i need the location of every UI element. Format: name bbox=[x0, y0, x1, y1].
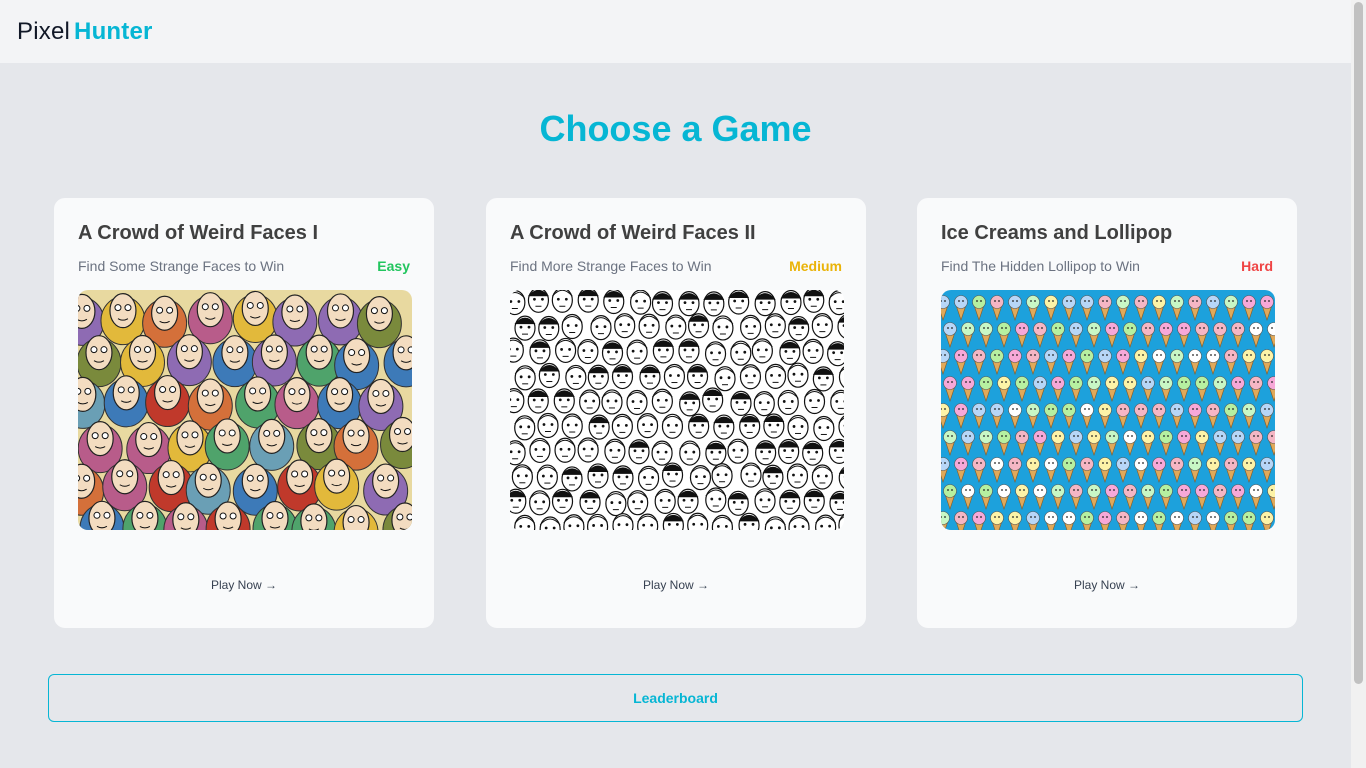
game-title: A Crowd of Weird Faces II bbox=[510, 222, 756, 244]
difficulty-badge: Medium bbox=[789, 258, 842, 274]
game-card-2[interactable]: A Crowd of Weird Faces II Find More Stra… bbox=[485, 197, 867, 629]
game-title: Ice Creams and Lollipop bbox=[941, 222, 1173, 244]
play-now-button[interactable]: Play Now → bbox=[941, 578, 1273, 592]
game-thumbnail-bw-crowd[interactable] bbox=[510, 290, 844, 530]
logo-text-plain: Pixel bbox=[17, 17, 71, 45]
page-scrollbar[interactable] bbox=[1351, 0, 1366, 768]
top-navbar: Pixel Hunter bbox=[0, 0, 1351, 64]
play-now-button[interactable]: Play Now → bbox=[78, 578, 410, 592]
difficulty-badge: Easy bbox=[377, 258, 410, 274]
bw-crowd-art bbox=[510, 290, 844, 530]
page-title: Choose a Game bbox=[539, 108, 812, 149]
app-logo[interactable]: Pixel Hunter bbox=[17, 18, 153, 46]
game-thumbnail-ice-cream[interactable] bbox=[941, 290, 1275, 530]
play-now-button[interactable]: Play Now → bbox=[510, 578, 842, 592]
game-subtitle: Find Some Strange Faces to Win bbox=[78, 258, 285, 274]
logo-text-accent: Hunter bbox=[74, 17, 153, 45]
ice-cream-art bbox=[941, 290, 1275, 530]
game-thumbnail-colorful-crowd[interactable] bbox=[78, 290, 412, 530]
game-subtitle: Find The Hidden Lollipop to Win bbox=[941, 258, 1140, 274]
game-card-1[interactable]: A Crowd of Weird Faces I Find Some Stran… bbox=[53, 197, 435, 629]
game-title: A Crowd of Weird Faces I bbox=[78, 222, 319, 244]
colorful-crowd-art bbox=[78, 290, 412, 530]
scrollbar-thumb[interactable] bbox=[1354, 2, 1363, 684]
leaderboard-button[interactable]: Leaderboard bbox=[48, 674, 1303, 722]
game-card-3[interactable]: Ice Creams and Lollipop Find The Hidden … bbox=[916, 197, 1298, 629]
difficulty-badge: Hard bbox=[1241, 258, 1273, 274]
game-subtitle: Find More Strange Faces to Win bbox=[510, 258, 712, 274]
